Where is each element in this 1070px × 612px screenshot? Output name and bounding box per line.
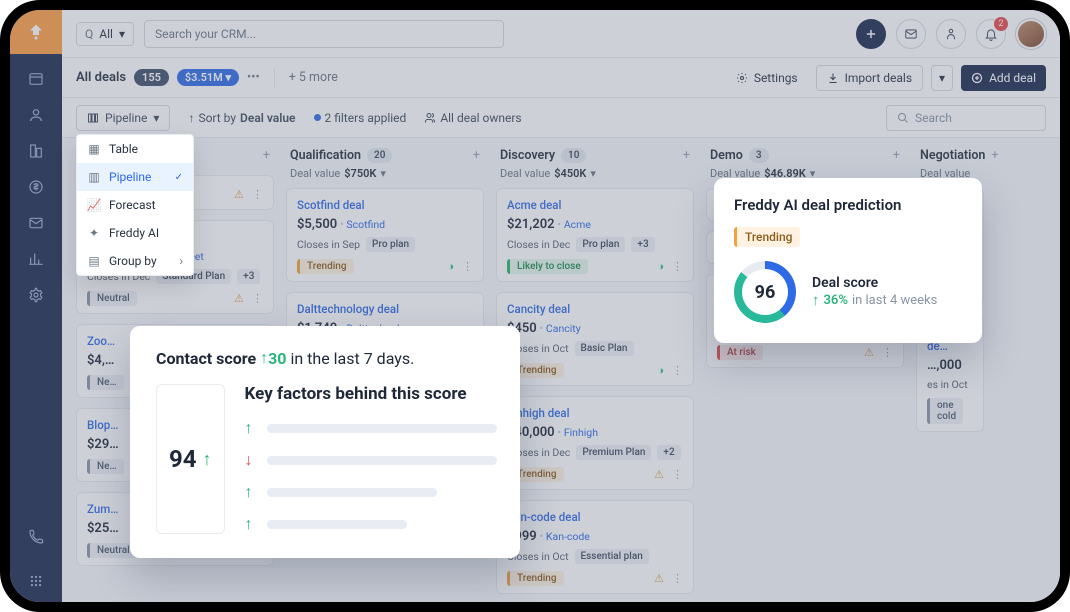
rail-settings-icon[interactable] (25, 284, 47, 306)
import-button[interactable]: Import deals (816, 65, 923, 91)
ai-icon[interactable]: ◑ (447, 260, 454, 273)
nav-rail (10, 10, 62, 602)
rail-accounts-icon[interactable] (25, 140, 47, 162)
view-option-forecast[interactable]: 📈Forecast (77, 191, 193, 219)
ai-icon[interactable]: ◑ (657, 260, 664, 273)
deal-card[interactable]: Scotfind deal $5,500 • Scotfind Closes i… (286, 188, 484, 282)
scope-dropdown[interactable]: QAll▾ (76, 22, 134, 46)
add-card-icon[interactable]: + (683, 148, 690, 163)
view-option-freddy[interactable]: ✦Freddy AI (77, 219, 193, 247)
owners-button[interactable]: All deal owners (424, 111, 521, 125)
board-search-input[interactable]: Search (886, 105, 1046, 131)
popover-title: Freddy AI deal prediction (734, 196, 962, 214)
add-button[interactable] (856, 19, 886, 49)
view-option-groupby[interactable]: ▤Group by› (77, 247, 193, 275)
subheader: All deals 155 $3.51M ▾ ••• + 5 more Sett… (62, 58, 1060, 98)
view-option-table[interactable]: ▦Table (77, 135, 193, 163)
warning-icon[interactable]: ⚠ (234, 188, 244, 201)
key-factors-list: ↑ ↓ ↑ ↑ (245, 418, 497, 534)
import-dropdown[interactable]: ▾ (931, 65, 953, 91)
warning-icon[interactable]: ⚠ (864, 346, 874, 359)
rail-contacts-icon[interactable] (25, 104, 47, 126)
search-input[interactable]: Search your CRM... (144, 20, 504, 48)
view-dropdown-menu: ▦Table ▥Pipeline✓ 📈Forecast ✦Freddy AI ▤… (76, 134, 194, 276)
deal-score-label: Deal score (812, 275, 937, 291)
card-menu-icon[interactable]: ⋮ (252, 188, 263, 201)
filters-button[interactable]: 2 filters applied (314, 111, 407, 125)
more-button[interactable]: + 5 more (289, 70, 338, 85)
rail-mail-icon[interactable] (25, 212, 47, 234)
deal-card[interactable]: Cancity deal $450 • Cancity Closes in Oc… (496, 292, 694, 386)
deal-card[interactable]: Kan-code deal $999 • Kan-code Closes in … (496, 500, 694, 594)
add-card-icon[interactable]: + (991, 148, 998, 163)
topbar: QAll▾ Search your CRM... 2 (62, 10, 1060, 58)
ai-icon[interactable]: ◑ (657, 364, 664, 377)
deal-score-delta: ↑36% in last 4 weeks (812, 291, 937, 309)
contact-score-popover: Contact score ↑30 in the last 7 days. 94… (130, 326, 520, 558)
deal-card[interactable]: Acme deal $21,202 • Acme Closes in DecPr… (496, 188, 694, 282)
add-card-icon[interactable]: + (473, 148, 480, 163)
rail-apps-icon[interactable] (25, 570, 47, 592)
filterbar: Pipeline▾ ↑ Sort by Deal value 2 filters… (62, 98, 1060, 138)
notification-icon[interactable]: 2 (976, 19, 1006, 49)
sort-button[interactable]: ↑ Sort by Deal value (188, 111, 295, 125)
add-deal-button[interactable]: Add deal (961, 65, 1046, 91)
card-menu-icon[interactable]: ⋮ (672, 468, 683, 481)
key-factors-title: Key factors behind this score (245, 384, 497, 404)
card-menu-icon[interactable]: ⋮ (672, 572, 683, 585)
column: Discovery10+Deal value $450K ▾ Acme deal… (490, 138, 700, 602)
value-chip[interactable]: $3.51M ▾ (177, 69, 239, 86)
mail-icon[interactable] (896, 19, 926, 49)
contact-score-headline: Contact score ↑30 in the last 7 days. (156, 348, 494, 368)
agent-icon[interactable] (936, 19, 966, 49)
rail-home-icon[interactable] (25, 68, 47, 90)
card-menu-icon[interactable]: ⋮ (979, 405, 984, 418)
add-card-icon[interactable]: + (263, 148, 270, 163)
card-menu-icon[interactable]: ⋮ (672, 260, 683, 273)
card-menu-icon[interactable]: ⋮ (252, 292, 263, 305)
card-menu-icon[interactable]: ⋮ (882, 346, 893, 359)
more-menu[interactable]: ••• (247, 70, 260, 85)
app-logo (10, 10, 62, 54)
warning-icon[interactable]: ⚠ (654, 468, 664, 481)
rail-reports-icon[interactable] (25, 248, 47, 270)
avatar[interactable] (1016, 19, 1046, 49)
trending-tag: Trending (734, 227, 800, 247)
count-chip: 155 (134, 69, 169, 86)
view-option-pipeline[interactable]: ▥Pipeline✓ (77, 163, 193, 191)
card-menu-icon[interactable]: ⋮ (462, 260, 473, 273)
card-menu-icon[interactable]: ⋮ (672, 364, 683, 377)
warning-icon[interactable]: ⚠ (234, 292, 244, 305)
deal-card[interactable]: Finhigh deal $40,000 • Finhigh Closes in… (496, 396, 694, 490)
view-dropdown[interactable]: Pipeline▾ (76, 105, 170, 131)
add-card-icon[interactable]: + (893, 148, 900, 163)
rail-phone-icon[interactable] (25, 526, 47, 548)
ai-prediction-popover: Freddy AI deal prediction Trending 96 De… (714, 178, 982, 343)
score-ring: 96 (734, 261, 796, 323)
contact-score-value: 94 ↑ (156, 384, 225, 534)
page-title: All deals (76, 70, 126, 85)
settings-button[interactable]: Settings (726, 66, 808, 90)
rail-deals-icon[interactable] (25, 176, 47, 198)
warning-icon[interactable]: ⚠ (654, 572, 664, 585)
